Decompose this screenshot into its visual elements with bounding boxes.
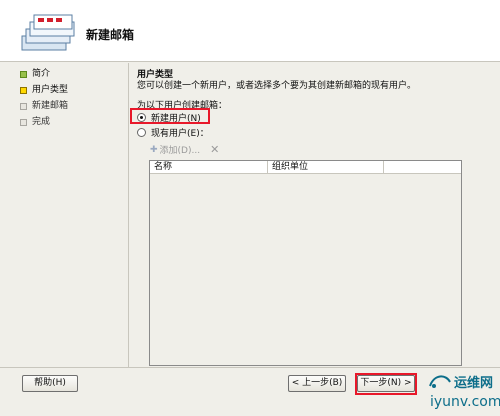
existing-users-radio-option[interactable]: 现有用户(E)： [137, 126, 209, 139]
vertical-divider [128, 63, 129, 367]
watermark-top-text: 运维网 [454, 376, 494, 391]
site-watermark: 运维网 iyunv.com [426, 372, 500, 416]
mailbox-stack-icon [21, 14, 75, 51]
nav-step-label: 用户类型 [32, 85, 69, 95]
column-header-filler [384, 161, 461, 173]
column-header-name[interactable]: 名称 [150, 161, 268, 173]
annotation-highlight-new-user [130, 108, 210, 124]
existing-users-label: 现有用户(E)： [151, 129, 209, 139]
back-button[interactable]: < 上一步(B) [288, 375, 346, 392]
step-pending-icon [20, 119, 27, 126]
nav-step-finish[interactable]: 完成 [20, 116, 68, 129]
existing-users-radio[interactable] [137, 128, 146, 137]
step-pending-icon [20, 103, 27, 110]
annotation-highlight-next [355, 373, 417, 395]
delete-x-icon[interactable]: ✕ [210, 143, 219, 156]
nav-step-label: 完成 [32, 117, 51, 127]
existing-users-list[interactable]: 名称 组织单位 [149, 160, 462, 366]
add-icon: ✚ [150, 144, 158, 155]
step-complete-icon [20, 71, 27, 78]
footer-divider [0, 367, 500, 368]
users-toolbar: ✚ 添加(D)... ✕ [150, 143, 219, 156]
column-header-ou[interactable]: 组织单位 [268, 161, 384, 173]
nav-step-label: 简介 [32, 69, 51, 79]
list-header: 名称 组织单位 [150, 161, 461, 174]
watermark-bottom-text: iyunv.com [430, 394, 500, 410]
wizard-header: 新建邮箱 [0, 0, 500, 62]
add-users-button[interactable]: 添加(D)... [160, 143, 201, 156]
nav-step-new-mailbox[interactable]: 新建邮箱 [20, 100, 68, 113]
nav-step-label: 新建邮箱 [32, 101, 69, 111]
section-description: 您可以创建一个新用户，或者选择多个要为其创建新邮箱的现有用户。 [137, 81, 417, 91]
help-button[interactable]: 帮助(H) [22, 375, 78, 392]
nav-step-user-type[interactable]: 用户类型 [20, 84, 68, 97]
nav-step-intro[interactable]: 简介 [20, 68, 68, 81]
step-current-icon [20, 87, 27, 94]
wizard-steps-nav: 简介 用户类型 新建邮箱 完成 [20, 68, 68, 132]
wizard-title: 新建邮箱 [86, 28, 135, 42]
watermark-logo-icon [429, 375, 451, 388]
